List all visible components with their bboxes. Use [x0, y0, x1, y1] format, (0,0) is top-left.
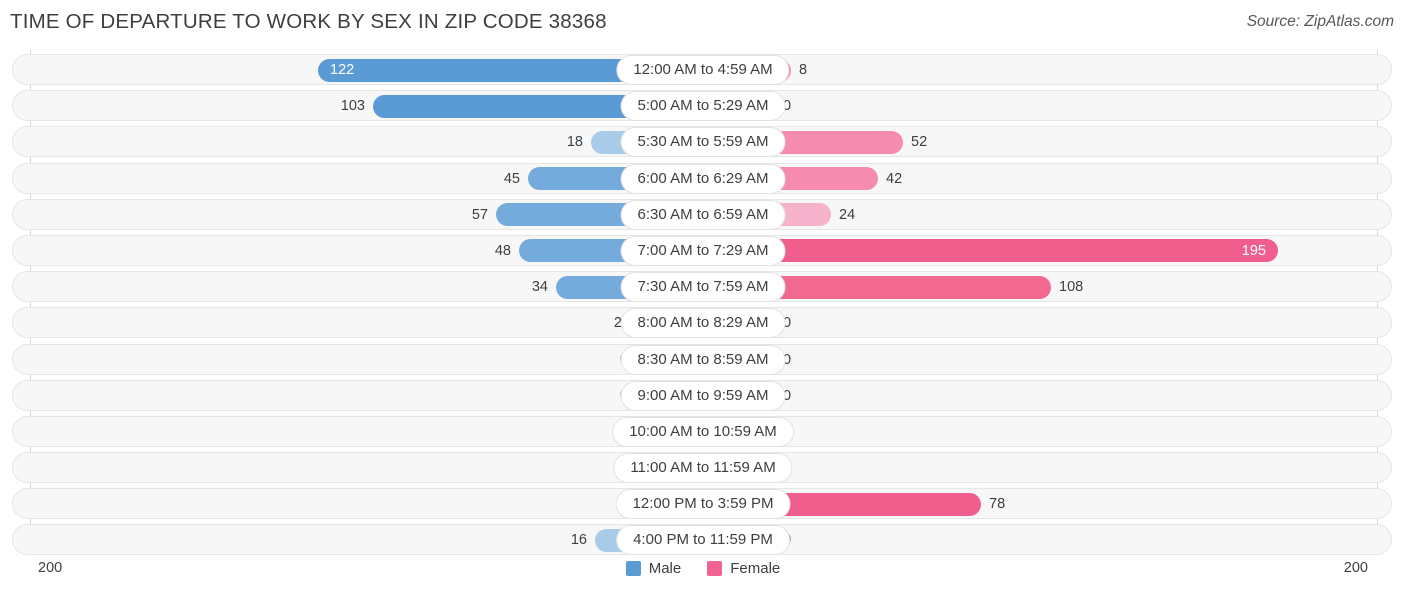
category-label: 4:00 PM to 11:59 PM	[616, 525, 790, 556]
category-label: 10:00 AM to 10:59 AM	[612, 416, 794, 447]
female-value-label: 24	[839, 206, 856, 223]
table-row: 34 108 7:30 AM to 7:59 AM	[0, 269, 1406, 305]
female-value-label: 42	[886, 170, 903, 187]
category-label: 8:30 AM to 8:59 AM	[620, 344, 786, 375]
male-value-label: 18	[566, 134, 583, 151]
chart-plot-area: 122 8 12:00 AM to 4:59 AM 103 0 5:00 AM to 5:…	[0, 50, 1406, 556]
legend-label: Male	[648, 560, 682, 577]
category-label: 6:30 AM to 6:59 AM	[620, 199, 786, 230]
female-value-label: 52	[911, 134, 928, 151]
source-attribution: Source: ZipAtlas.com	[1246, 13, 1394, 30]
female-value-label: 195	[1241, 242, 1266, 259]
table-row: 0010:00 AM to 10:59 AM	[0, 414, 1406, 450]
male-value-label: 16	[570, 532, 587, 549]
male-value-label: 34	[531, 279, 548, 296]
chart-footer: 200 200 Male Female	[0, 556, 1406, 595]
male-value-label: 122	[330, 62, 355, 78]
chart-legend: Male Female	[0, 560, 1406, 577]
male-value-label: 103	[340, 98, 365, 115]
table-row: 122 8 12:00 AM to 4:59 AM	[0, 52, 1406, 88]
category-label: 5:30 AM to 5:59 AM	[620, 127, 786, 158]
table-row: 008:30 AM to 8:59 AM	[0, 342, 1406, 378]
chart-header: TIME OF DEPARTURE TO WORK BY SEX IN ZIP …	[0, 0, 1406, 46]
bar-row-list: 122 8 12:00 AM to 4:59 AM 103 0 5:00 AM to 5:…	[0, 52, 1406, 559]
female-value-label: 108	[1059, 279, 1084, 296]
table-row: 18 52 5:30 AM to 5:59 AM	[0, 124, 1406, 160]
category-label: 8:00 AM to 8:29 AM	[620, 308, 786, 339]
category-label: 7:00 AM to 7:29 AM	[620, 235, 786, 266]
category-label: 12:00 PM to 3:59 PM	[615, 489, 791, 520]
table-row: 48 195 7:00 AM to 7:29 AM	[0, 233, 1406, 269]
category-label: 5:00 AM to 5:29 AM	[620, 91, 786, 122]
legend-item[interactable]: Male	[625, 560, 682, 577]
category-label: 12:00 AM to 4:59 AM	[616, 55, 790, 85]
table-row: 57 24 6:30 AM to 6:59 AM	[0, 197, 1406, 233]
category-label: 7:30 AM to 7:59 AM	[620, 272, 786, 303]
table-row: 1604:00 PM to 11:59 PM	[0, 522, 1406, 558]
table-row: 0011:00 AM to 11:59 AM	[0, 450, 1406, 486]
category-label: 6:00 AM to 6:29 AM	[620, 163, 786, 194]
table-row: 2 0 8:00 AM to 8:29 AM	[0, 305, 1406, 341]
female-value-label: 8	[799, 62, 808, 78]
table-row: 009:00 AM to 9:59 AM	[0, 378, 1406, 414]
legend-label: Female	[730, 560, 781, 577]
male-value-label: 48	[494, 242, 511, 259]
category-label: 11:00 AM to 11:59 AM	[613, 453, 793, 484]
legend-swatch-icon	[625, 561, 641, 576]
category-label: 9:00 AM to 9:59 AM	[620, 380, 786, 411]
female-value-label: 78	[989, 496, 1006, 513]
male-value-label: 57	[471, 206, 488, 223]
male-value-label: 45	[503, 170, 520, 187]
legend-swatch-icon	[707, 561, 723, 576]
legend-item[interactable]: Female	[707, 560, 780, 577]
table-row: 45 42 6:00 AM to 6:29 AM	[0, 161, 1406, 197]
page-title: TIME OF DEPARTURE TO WORK BY SEX IN ZIP …	[10, 10, 607, 33]
female-bar[interactable]: 195	[703, 239, 1278, 263]
table-row: 103 0 5:00 AM to 5:29 AM	[0, 88, 1406, 124]
chart-page: TIME OF DEPARTURE TO WORK BY SEX IN ZIP …	[0, 0, 1406, 595]
table-row: 07812:00 PM to 3:59 PM	[0, 486, 1406, 522]
